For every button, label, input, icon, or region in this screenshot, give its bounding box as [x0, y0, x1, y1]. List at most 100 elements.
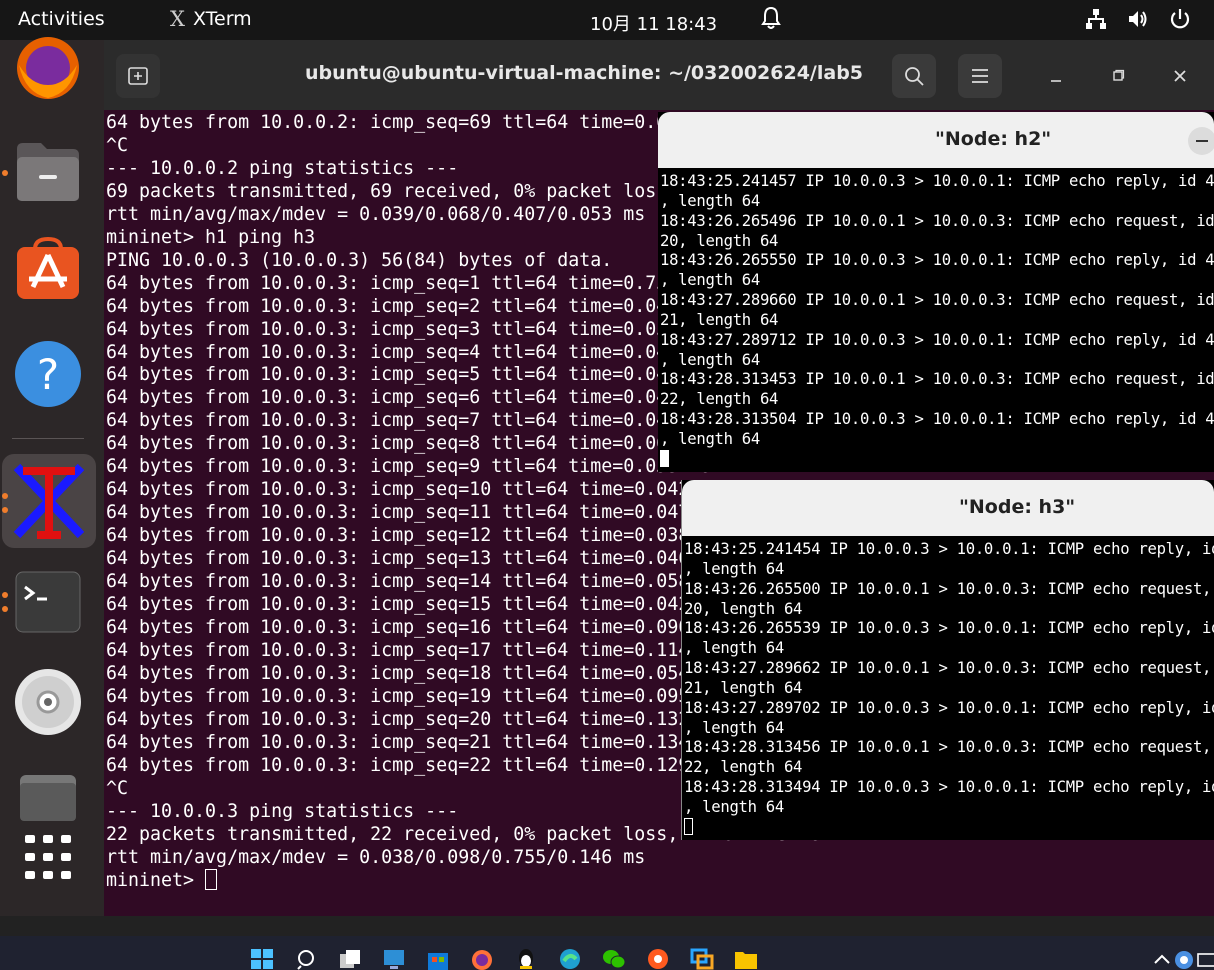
text-cursor: [205, 869, 218, 891]
close-button[interactable]: [1164, 60, 1196, 92]
terminal-line: , length 64: [660, 271, 760, 290]
volume-icon: [1129, 11, 1147, 27]
grid-icon: [25, 835, 71, 879]
new-tab-button[interactable]: [116, 54, 160, 98]
show-apps-button[interactable]: [12, 822, 84, 894]
files-dock-icon[interactable]: [12, 136, 84, 208]
search-icon[interactable]: [296, 948, 320, 970]
help-icon: ?: [15, 341, 81, 407]
store-icon[interactable]: [426, 948, 450, 970]
xterm-title-h2: "Node: h2": [935, 128, 1052, 150]
help-dock-icon[interactable]: ?: [12, 338, 84, 410]
bell-icon[interactable]: [760, 5, 782, 31]
close-icon: [1174, 70, 1186, 82]
terminal-line: 22, length 64: [660, 390, 779, 409]
xterm-titlebar-h3[interactable]: "Node: h3": [682, 480, 1214, 536]
activities-button[interactable]: Activities: [18, 8, 105, 30]
terminal-line: 21, length 64: [684, 678, 803, 697]
terminal-line: 18:43:26.265496 IP 10.0.0.1 > 10.0.0.3: …: [660, 211, 1214, 230]
search-icon: [905, 67, 924, 86]
maximize-button[interactable]: [1102, 60, 1134, 92]
drive-icon: [20, 775, 76, 821]
network-icon: [1086, 9, 1106, 29]
disc-icon: [15, 669, 81, 735]
windows-start-icon[interactable]: [250, 948, 274, 970]
terminal-line: 18:43:27.289702 IP 10.0.0.3 > 10.0.0.1: …: [684, 698, 1214, 717]
dock-separator: [12, 438, 84, 439]
minimize-icon: [1051, 80, 1061, 82]
terminal-line: 20, length 64: [684, 599, 803, 618]
app-center-icon: [17, 236, 79, 299]
terminal-line: , length 64: [684, 559, 784, 578]
prompt-line[interactable]: mininet>: [106, 869, 1206, 893]
new-tab-icon: [128, 67, 148, 85]
qq-icon[interactable]: [514, 948, 538, 970]
terminal-line: 18:43:25.241454 IP 10.0.0.3 > 10.0.0.1: …: [684, 540, 1214, 558]
terminal-line: 18:43:28.313453 IP 10.0.0.1 > 10.0.0.3: …: [660, 370, 1214, 389]
text-cursor: [684, 817, 693, 835]
chevron-up-icon[interactable]: [1150, 948, 1174, 970]
browser-icon[interactable]: [646, 948, 670, 970]
window-title: ubuntu@ubuntu-virtual-machine: ~/0320026…: [304, 62, 864, 84]
search-button[interactable]: [892, 54, 936, 98]
terminal-line: 18:43:25.241457 IP 10.0.0.3 > 10.0.0.1: …: [660, 172, 1214, 190]
running-indicator: [2, 507, 8, 513]
xterm-output-h2[interactable]: 18:43:25.241457 IP 10.0.0.3 > 10.0.0.1: …: [660, 172, 1214, 470]
terminal-line: 18:43:27.289712 IP 10.0.0.3 > 10.0.0.1: …: [660, 330, 1214, 349]
disc-dock-icon[interactable]: [12, 666, 84, 738]
terminal-line: 18:43:28.313504 IP 10.0.0.3 > 10.0.0.1: …: [660, 410, 1214, 429]
xterm-app-icon: X: [170, 7, 185, 31]
menu-button[interactable]: [958, 54, 1002, 98]
terminal-titlebar[interactable]: ubuntu@ubuntu-virtual-machine: ~/0320026…: [104, 40, 1214, 110]
xterm-titlebar-h2[interactable]: "Node: h2": [658, 112, 1214, 168]
terminal-line: 18:43:27.289662 IP 10.0.0.1 > 10.0.0.3: …: [684, 659, 1212, 678]
xterm-window-h2[interactable]: "Node: h2" 18:43:25.241457 IP 10.0.0.3 >…: [658, 112, 1214, 472]
xterm-icon: [13, 463, 85, 539]
xterm-dock-icon[interactable]: [2, 454, 96, 548]
terminal-line: 18:43:26.265539 IP 10.0.0.3 > 10.0.0.1: …: [684, 619, 1214, 638]
terminal-line: 18:43:27.289660 IP 10.0.0.1 > 10.0.0.3: …: [660, 291, 1214, 310]
prompt: mininet>: [106, 870, 206, 892]
desktop-icon[interactable]: [382, 948, 406, 970]
xterm-title-h3: "Node: h3": [959, 496, 1076, 518]
terminal-line: 22, length 64: [684, 758, 803, 777]
firefox-taskbar-icon[interactable]: [470, 948, 494, 970]
power-icon: [1170, 9, 1190, 29]
terminal-line: 18:43:26.265500 IP 10.0.0.1 > 10.0.0.3: …: [684, 579, 1212, 598]
firefox-dock-icon[interactable]: [12, 32, 84, 104]
xterm-output-h3[interactable]: 18:43:25.241454 IP 10.0.0.3 > 10.0.0.1: …: [684, 540, 1214, 838]
folder-icon[interactable]: [734, 948, 758, 970]
edge-icon[interactable]: [558, 948, 582, 970]
system-tray[interactable]: [1084, 7, 1192, 31]
wechat-icon[interactable]: [602, 948, 626, 970]
task-view-icon[interactable]: [338, 948, 362, 970]
clock[interactable]: 10月 11 18:43: [590, 10, 717, 36]
app-center-dock-icon[interactable]: [12, 232, 84, 304]
folder-icon: [17, 143, 79, 201]
minimize-button[interactable]: [1040, 60, 1072, 92]
dock: ?: [0, 37, 104, 916]
tray-app-icon[interactable]: [1172, 948, 1196, 970]
app-menu[interactable]: X XTerm: [170, 7, 252, 31]
running-indicator: [2, 170, 8, 176]
xterm-window-h3[interactable]: "Node: h3" 18:43:25.241454 IP 10.0.0.3 >…: [681, 480, 1214, 840]
terminal-line: , length 64: [660, 350, 760, 369]
minimize-icon[interactable]: [1184, 126, 1214, 156]
taskbar-top-strip: [0, 916, 1214, 936]
vm-icon[interactable]: [690, 948, 714, 970]
keyboard-icon[interactable]: [1196, 948, 1214, 970]
running-indicator: [2, 606, 8, 612]
terminal-line: , length 64: [660, 429, 760, 448]
terminal-line: 21, length 64: [660, 310, 779, 329]
terminal-line: , length 64: [684, 718, 784, 737]
terminal-line: 18:43:26.265550 IP 10.0.0.3 > 10.0.0.1: …: [660, 251, 1214, 270]
top-bar: Activities X XTerm 10月 11 18:43: [0, 0, 1214, 40]
svg-text:?: ?: [37, 350, 59, 399]
terminal-line: , length 64: [684, 639, 784, 658]
running-indicator: [2, 592, 8, 598]
terminal-line: 18:43:28.313456 IP 10.0.0.1 > 10.0.0.3: …: [684, 738, 1212, 757]
terminal-dock-icon[interactable]: [12, 566, 84, 638]
firefox-icon: [17, 37, 79, 99]
terminal-line: 18:43:28.313494 IP 10.0.0.3 > 10.0.0.1: …: [684, 778, 1214, 797]
windows-taskbar: [0, 916, 1214, 970]
